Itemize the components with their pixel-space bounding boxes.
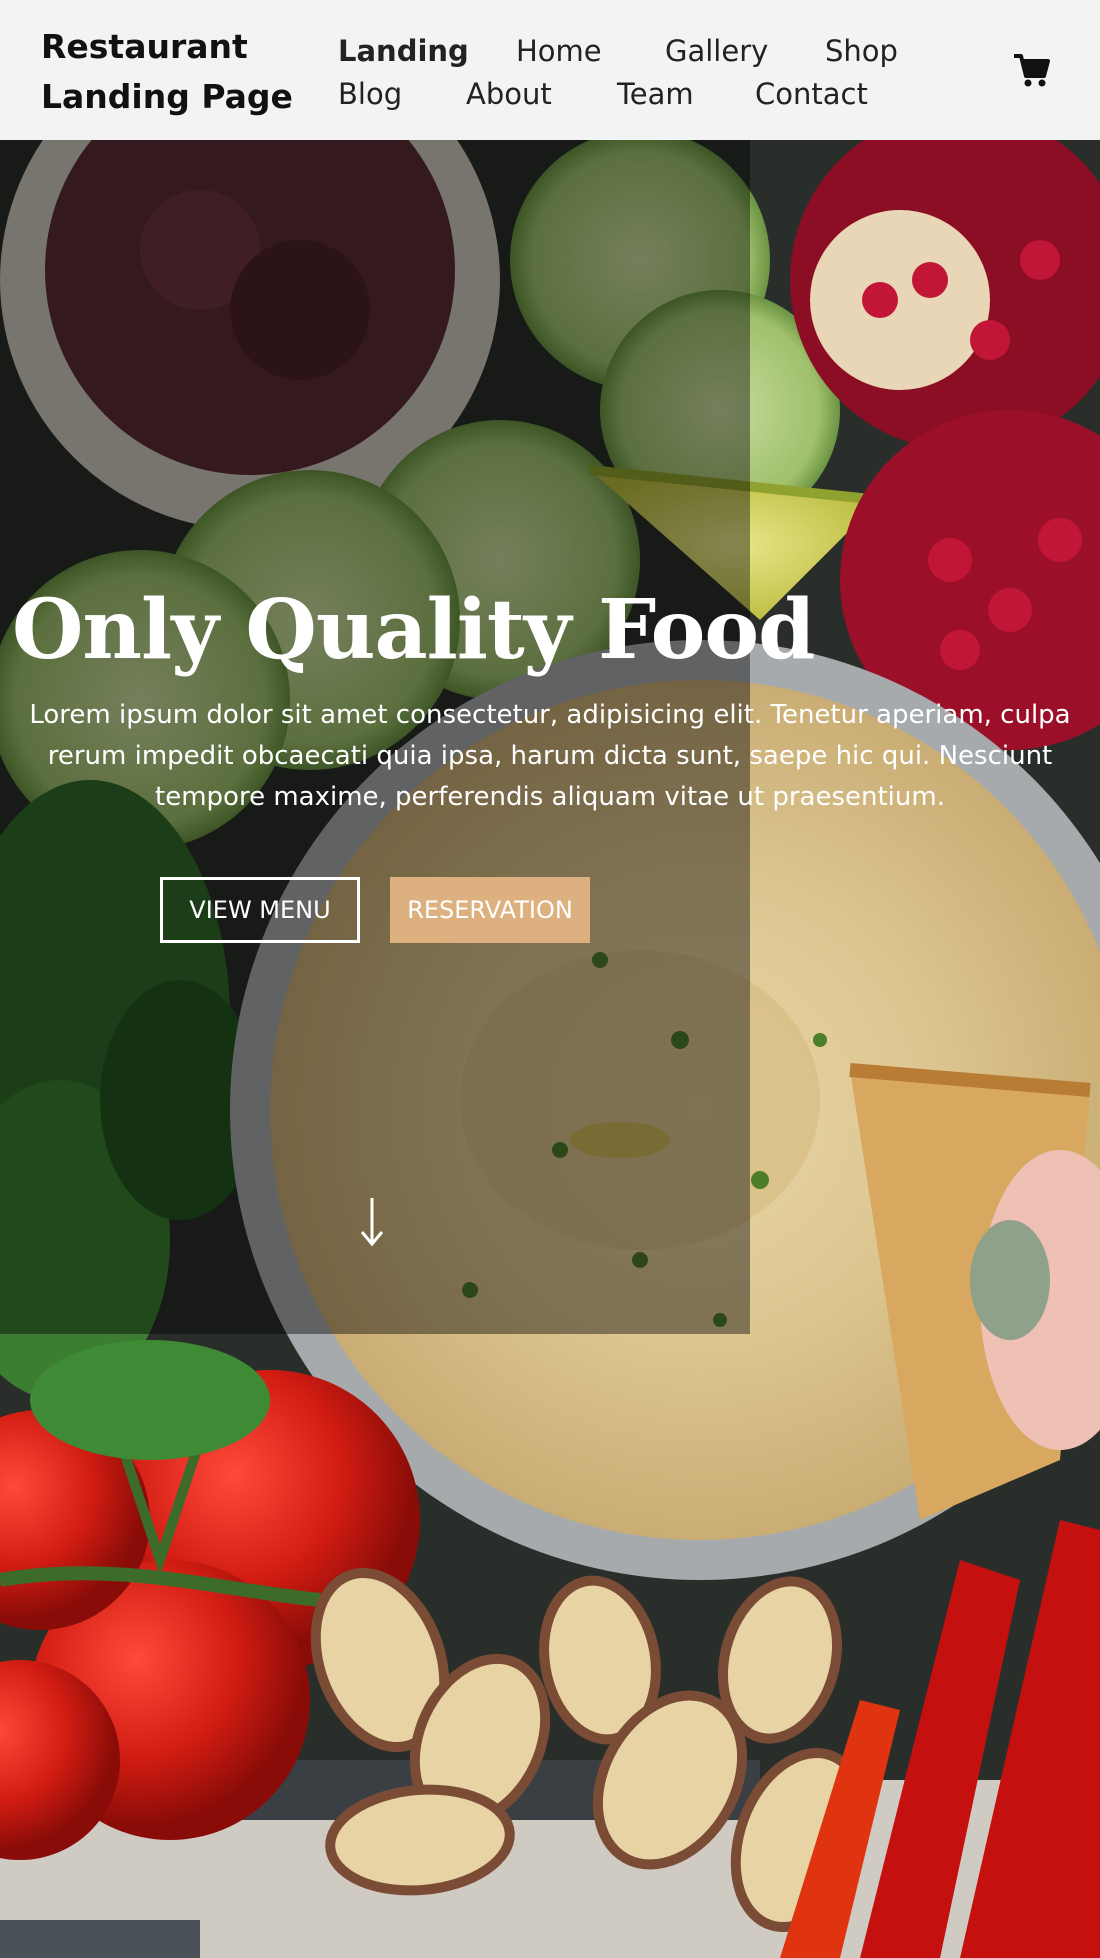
- nav-gallery[interactable]: Gallery: [665, 33, 768, 69]
- site-header: Restaurant Landing Page Landing Home Gal…: [0, 0, 1100, 140]
- reservation-button[interactable]: RESERVATION: [390, 877, 590, 943]
- hero-title: Only Quality Food: [12, 582, 815, 678]
- view-menu-button[interactable]: VIEW MENU: [160, 877, 360, 943]
- hero-section: Only Quality Food Lorem ipsum dolor sit …: [0, 140, 1100, 1958]
- nav-landing[interactable]: Landing: [338, 33, 469, 69]
- brand-logo-text[interactable]: Restaurant Landing Page: [41, 22, 301, 122]
- nav-shop[interactable]: Shop: [825, 33, 898, 69]
- nav-about[interactable]: About: [466, 76, 552, 112]
- arrow-down-icon[interactable]: [352, 1192, 392, 1252]
- cart-icon[interactable]: [1012, 50, 1052, 90]
- hero-description: Lorem ipsum dolor sit amet consectetur, …: [29, 700, 1071, 812]
- nav-team[interactable]: Team: [617, 76, 694, 112]
- nav-blog[interactable]: Blog: [338, 76, 402, 112]
- nav-home[interactable]: Home: [516, 33, 602, 69]
- nav-contact[interactable]: Contact: [755, 76, 868, 112]
